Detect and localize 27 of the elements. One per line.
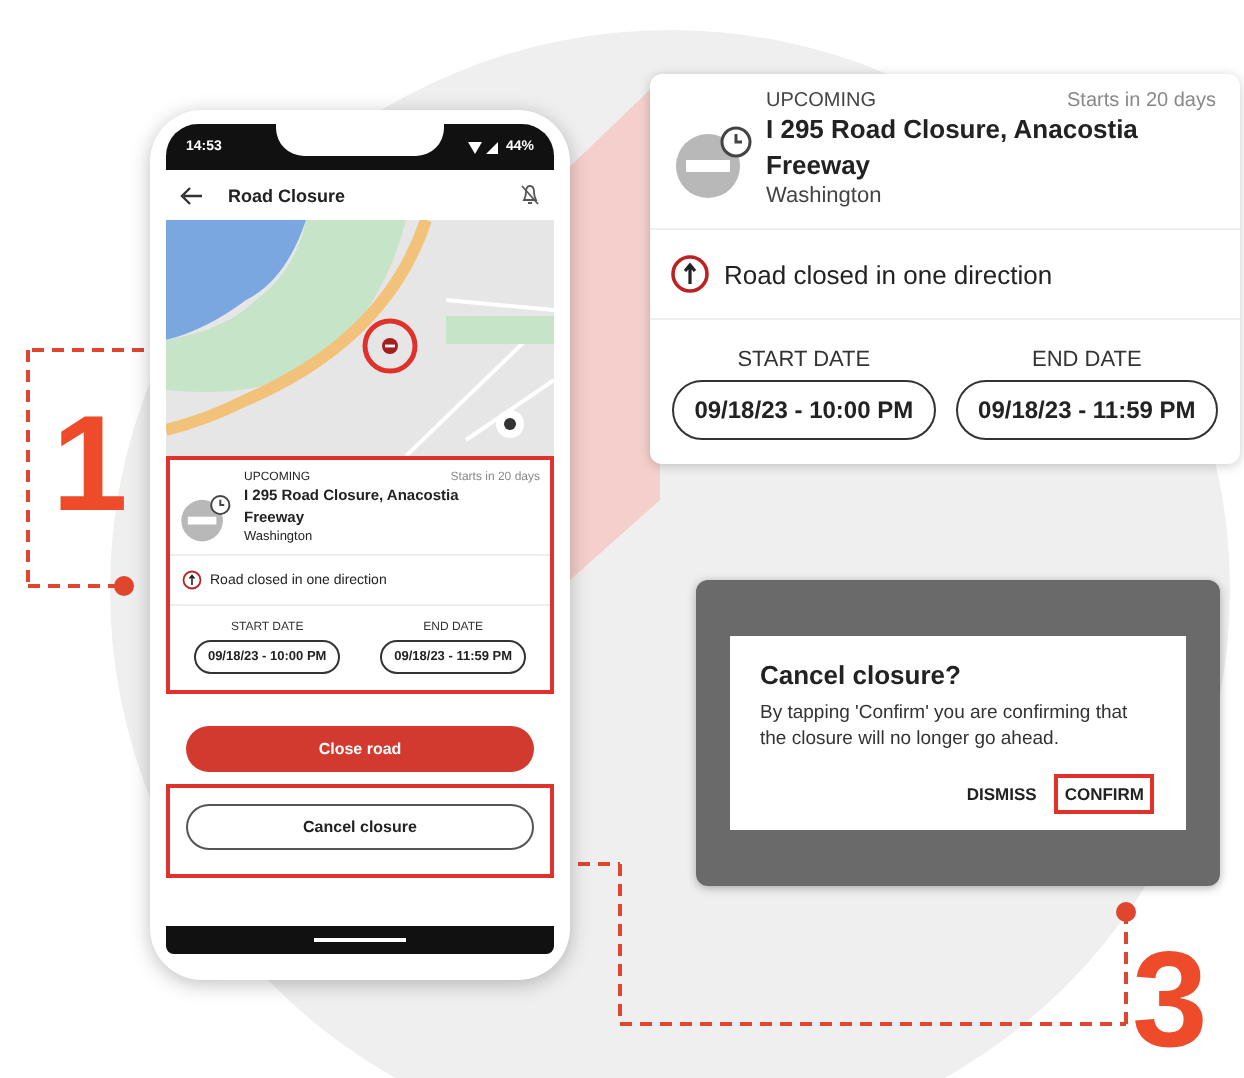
closure-title: I 295 Road Closure, Anacostia Freeway [766,112,1140,185]
bell-off-icon[interactable] [520,184,540,206]
step-number: 1 [52,396,128,532]
location-label: Washington [766,184,884,209]
dialog-title: Cancel closure? [760,660,963,691]
confirm-button[interactable]: CONFIRM [1054,773,1154,814]
one-way-icon [670,254,710,295]
highlight-ring [360,316,420,376]
status-label: UPCOMING [766,90,876,112]
screen-title: Road Closure [228,185,348,205]
step-number: 3 [1132,932,1208,1068]
close-road-button[interactable]: Close road [186,726,534,772]
connector-dot [1116,902,1136,922]
connector-dot [114,576,134,596]
end-date-label: END DATE [1032,348,1142,373]
start-date-button[interactable]: 09/18/23 - 10:00 PM [672,380,936,441]
signal-icon [467,139,500,155]
restriction-label: Road closed in one direction [724,259,1053,290]
one-way-icon [182,570,202,590]
back-arrow-icon[interactable] [180,185,204,205]
starts-in-label: Starts in 20 days [1067,90,1216,112]
dialog-message: By tapping 'Confirm' you are confirming that the closure will no longer go ahead. [760,702,1130,754]
no-entry-clock-icon [180,492,232,544]
no-entry-clock-icon [674,122,754,202]
cancel-closure-button[interactable]: Cancel closure [186,804,534,850]
end-date-button[interactable]: 09/18/23 - 11:59 PM [956,380,1218,441]
start-date-label: START DATE [737,348,871,373]
